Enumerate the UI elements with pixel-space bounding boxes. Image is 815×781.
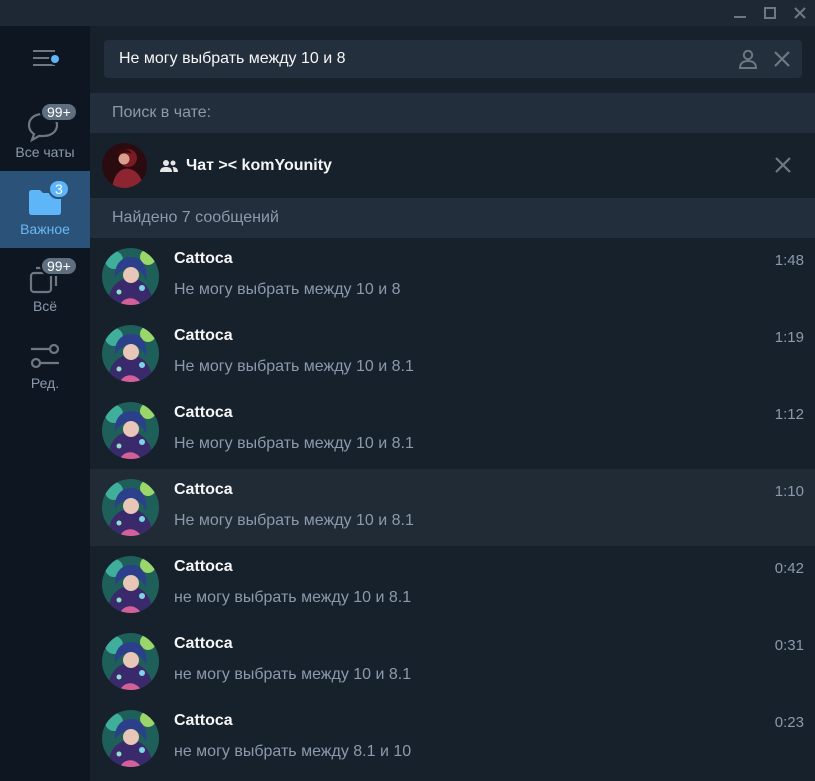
message-time: 1:12: [774, 406, 804, 423]
sender-name: Cattoca: [174, 635, 233, 652]
search-result-row[interactable]: Cattoca Не могу выбрать между 10 и 8.1 1…: [90, 392, 815, 469]
main-menu-button[interactable]: [0, 34, 90, 82]
telegram-window: 99+ Все чаты 3 Важное 99+ Всё Ред. Не мо…: [0, 0, 815, 781]
sender-avatar: [102, 402, 159, 459]
sender-avatar: [102, 325, 159, 382]
message-snippet: Не могу выбрать между 10 и 8.1: [174, 358, 414, 375]
unread-badge: 99+: [40, 256, 78, 276]
folder-label: Ред.: [30, 375, 60, 391]
search-in-chat-header: Поиск в чате:: [90, 93, 815, 133]
sender-name: Cattoca: [174, 327, 233, 344]
message-time: 1:48: [774, 252, 804, 269]
message-snippet: Не могу выбрать между 10 и 8: [174, 281, 401, 298]
folder-label: Важное: [20, 221, 70, 237]
folder-all-chats[interactable]: 99+ Все чаты: [0, 94, 90, 171]
minimize-icon: [734, 16, 746, 18]
message-snippet: не могу выбрать между 8.1 и 10: [174, 743, 412, 760]
message-time: 0:23: [774, 714, 804, 731]
results-count-header: Найдено 7 сообщений: [90, 198, 815, 238]
close-window-button[interactable]: [785, 0, 815, 26]
close-icon: [794, 7, 806, 19]
results-count: Найдено 7 сообщений: [112, 209, 279, 226]
folder-label: Все чаты: [15, 144, 75, 160]
chat-title-text: Чат >< komYounity: [186, 156, 332, 174]
close-icon: [774, 51, 790, 67]
search-result-row[interactable]: Cattoca не могу выбрать между 10 и 8.1 0…: [90, 546, 815, 623]
message-time: 1:19: [774, 329, 804, 346]
sender-name: Cattoca: [174, 558, 233, 575]
sender-avatar: [102, 248, 159, 305]
message-time: 1:10: [774, 483, 804, 500]
sender-avatar: [102, 633, 159, 690]
unread-badge: 99+: [40, 102, 78, 122]
search-result-row[interactable]: Cattoca Не могу выбрать между 10 и 8.1 1…: [90, 469, 815, 546]
person-icon: [738, 49, 758, 69]
folder-edit[interactable]: Ред.: [0, 325, 90, 402]
group-icon: [160, 159, 178, 173]
message-snippet: Не могу выбрать между 10 и 8.1: [174, 512, 414, 529]
title-bar: [0, 0, 815, 26]
maximize-icon: [764, 7, 776, 19]
sender-name: Cattoca: [174, 481, 233, 498]
search-from-user-button[interactable]: [736, 47, 760, 71]
search-query[interactable]: Не могу выбрать между 10 и 8: [119, 40, 346, 78]
maximize-button[interactable]: [755, 0, 785, 26]
message-snippet: не могу выбрать между 10 и 8.1: [174, 589, 412, 606]
search-result-row[interactable]: Cattoca Не могу выбрать между 10 и 8 1:4…: [90, 238, 815, 315]
search-result-row[interactable]: Cattoca не могу выбрать между 8.1 и 10 0…: [90, 700, 815, 777]
message-time: 0:42: [774, 560, 804, 577]
search-chat-filter[interactable]: Чат >< komYounity: [90, 133, 815, 198]
sender-avatar: [102, 479, 159, 536]
folder-label: Всё: [32, 298, 58, 314]
minimize-button[interactable]: [725, 0, 755, 26]
search-results-list: Cattoca Не могу выбрать между 10 и 8 1:4…: [90, 238, 815, 777]
sender-name: Cattoca: [174, 712, 233, 729]
chat-avatar: [102, 143, 147, 188]
search-result-row[interactable]: Cattoca Не могу выбрать между 10 и 8.1 1…: [90, 315, 815, 392]
search-clear-button[interactable]: [770, 47, 794, 71]
folder-important[interactable]: 3 Важное: [0, 171, 90, 248]
sliders-icon: [30, 343, 60, 369]
unread-dot: [51, 55, 59, 63]
search-input[interactable]: Не могу выбрать между 10 и 8: [104, 40, 802, 78]
folder-everything[interactable]: 99+ Всё: [0, 248, 90, 325]
unread-badge: 3: [48, 179, 70, 199]
sender-name: Cattoca: [174, 250, 233, 267]
sender-avatar: [102, 710, 159, 767]
message-snippet: не могу выбрать между 10 и 8.1: [174, 666, 412, 683]
search-result-row[interactable]: Cattoca не могу выбрать между 10 и 8.1 0…: [90, 623, 815, 700]
message-time: 0:31: [774, 637, 804, 654]
folders-sidebar: 99+ Все чаты 3 Важное 99+ Всё Ред.: [0, 26, 90, 781]
search-chat-title: Чат >< komYounity: [160, 133, 332, 198]
message-snippet: Не могу выбрать между 10 и 8.1: [174, 435, 414, 452]
close-icon: [775, 157, 791, 173]
cancel-chat-search-button[interactable]: [771, 153, 795, 177]
section-title: Поиск в чате:: [112, 104, 212, 121]
search-header: Не могу выбрать между 10 и 8: [90, 26, 815, 93]
sender-name: Cattoca: [174, 404, 233, 421]
sender-avatar: [102, 556, 159, 613]
